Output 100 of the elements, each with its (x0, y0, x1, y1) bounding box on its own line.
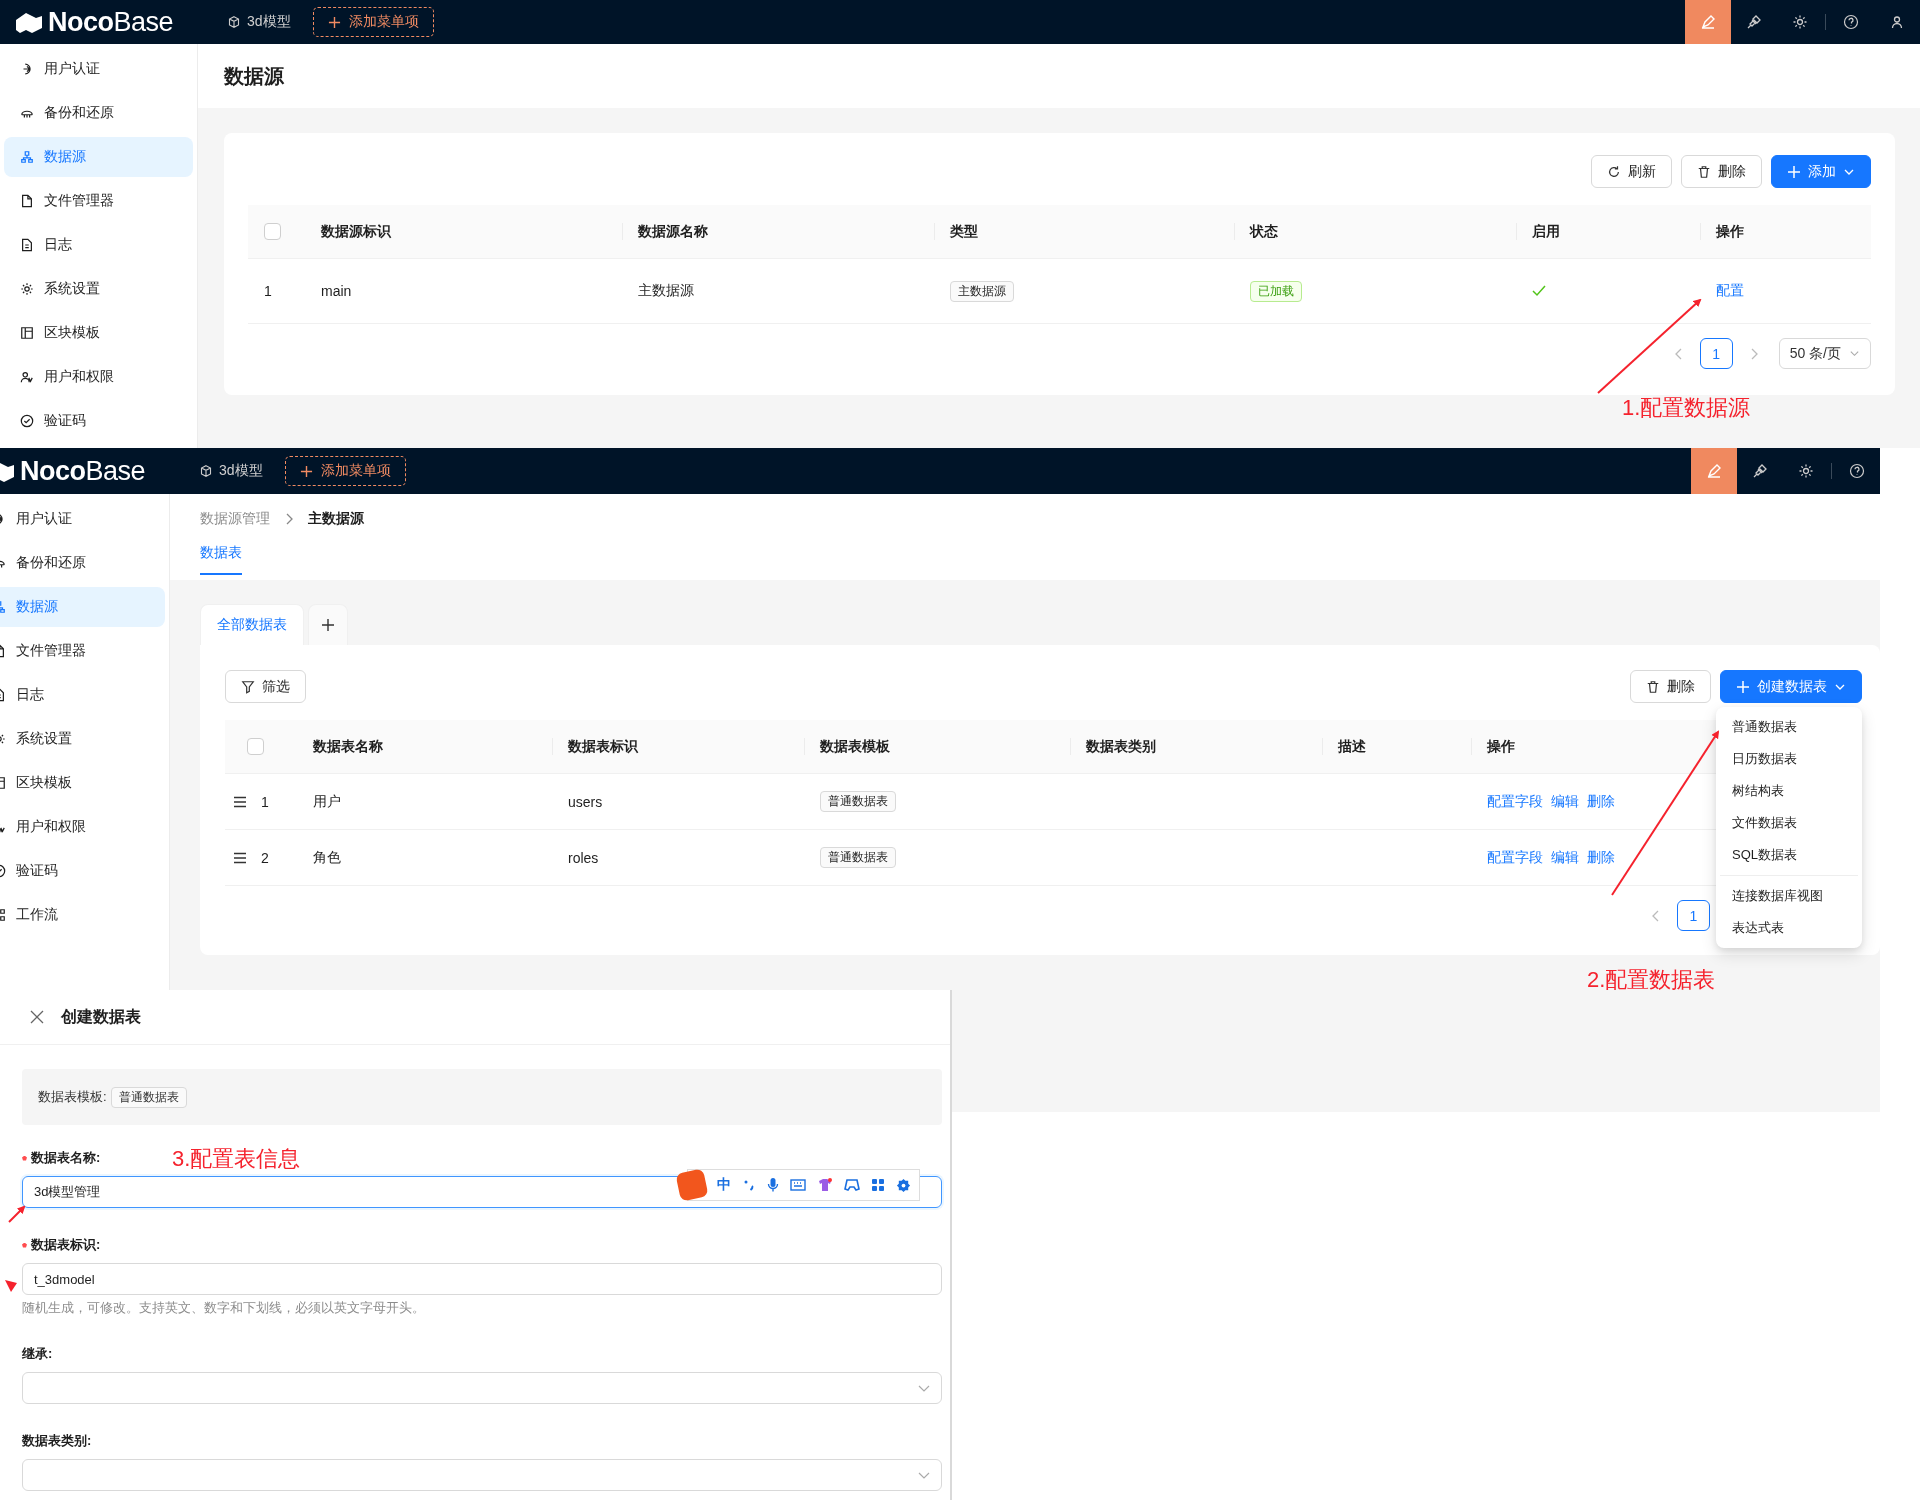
cube-icon (200, 465, 212, 477)
column-header: 操作 (1716, 222, 1744, 241)
field-label: 继承: (22, 1345, 53, 1363)
menu-item[interactable]: 文件数据表 (1720, 807, 1858, 839)
plus-icon (321, 618, 335, 632)
table-cell: 主数据源 (638, 282, 694, 300)
settings-icon (1798, 463, 1814, 479)
select-all-checkbox[interactable] (247, 738, 264, 755)
drag-handle-icon[interactable] (233, 851, 247, 864)
page-button[interactable]: 1 (1699, 338, 1733, 369)
plus-icon (1787, 164, 1801, 179)
template-tag: 普通数据表 (110, 1086, 187, 1108)
column-header: 类型 (950, 222, 978, 241)
page-size-select[interactable]: 50 条/页 (1778, 338, 1871, 369)
sidebar-item[interactable]: 用户认证 (4, 49, 193, 89)
breadcrumb-item[interactable]: 数据源管理 (200, 510, 270, 528)
input-mode-toggle[interactable]: 中 (717, 1176, 731, 1194)
column-header: 数据表类别 (1086, 737, 1156, 756)
sidebar-item[interactable]: 数据源 (4, 137, 193, 177)
punctuation-icon[interactable] (742, 1178, 756, 1192)
column-header: 启用 (1532, 222, 1560, 241)
ui-editor-button[interactable] (1691, 448, 1737, 494)
delete-button[interactable]: 删除 (1630, 670, 1711, 703)
field-label: 数据表名称: (31, 1149, 101, 1167)
ui-editor-button[interactable] (1685, 0, 1731, 44)
action-link[interactable]: 删除 (1587, 792, 1615, 811)
sidebar-item[interactable]: 区块模板 (0, 763, 165, 803)
sidebar-item[interactable]: 数据源 (0, 587, 165, 627)
close-icon[interactable] (30, 1010, 44, 1024)
add-button[interactable]: 创建数据表 (1720, 670, 1862, 703)
menu-item[interactable]: 3d模型 (200, 462, 263, 480)
add-button[interactable]: 添加 (1771, 155, 1871, 188)
filter-button[interactable]: 筛选 (225, 670, 306, 703)
table-cell: roles (568, 849, 599, 866)
sidebar-item[interactable]: 备份和还原 (0, 543, 165, 583)
sidebar-item[interactable]: 文件管理器 (0, 631, 165, 671)
logo-icon (14, 10, 44, 34)
add-menu-button[interactable]: 添加菜单项 (312, 7, 434, 37)
previous-page-icon[interactable] (1651, 909, 1661, 922)
action-link[interactable]: 配置字段 (1487, 848, 1543, 867)
action-link[interactable]: 编辑 (1551, 792, 1579, 811)
refresh-icon (1607, 164, 1621, 179)
column-header: 数据表模板 (820, 737, 890, 756)
sidebar-item[interactable]: 用户和权限 (0, 807, 165, 847)
template-tag: 普通数据表 (820, 791, 896, 812)
menu-item[interactable]: 表达式表 (1720, 912, 1858, 944)
collection-tab[interactable]: 全部数据表 (200, 604, 304, 645)
sidebar-item[interactable]: 验证码 (0, 851, 165, 891)
row-number: 1 (261, 793, 269, 810)
sidebar-item[interactable]: 验证码 (4, 401, 193, 441)
table-cell: 角色 (313, 848, 341, 867)
previous-page-icon[interactable] (1673, 347, 1684, 360)
sidebar-item[interactable]: 日志 (4, 225, 193, 265)
sidebar-item[interactable]: 用户和权限 (4, 357, 193, 397)
add-menu-button[interactable]: 添加菜单项 (284, 456, 406, 486)
menu-item[interactable]: SQL数据表 (1720, 839, 1858, 871)
sidebar-item[interactable]: 工作流 (0, 895, 165, 935)
sidebar-item[interactable]: 备份和还原 (4, 93, 193, 133)
caret-icon (1849, 348, 1860, 359)
configure-link[interactable]: 配置 (1716, 282, 1744, 300)
select-field[interactable] (22, 1372, 942, 1404)
sidebar-item[interactable]: 用户认证 (0, 499, 165, 539)
add-tab-button[interactable] (308, 604, 348, 645)
breadcrumb-item: 主数据源 (308, 510, 364, 528)
ime-logo-icon (675, 1168, 709, 1202)
user-icon (1889, 14, 1905, 30)
microphone-icon[interactable] (767, 1177, 779, 1193)
action-link[interactable]: 编辑 (1551, 848, 1579, 867)
drag-handle-icon[interactable] (233, 795, 247, 808)
sidebar-item[interactable]: 区块模板 (4, 313, 193, 353)
shirt-icon[interactable] (817, 1177, 833, 1193)
page-button[interactable]: 1 (1677, 900, 1710, 931)
menu-item[interactable]: 连接数据库视图 (1720, 880, 1858, 912)
page-tab[interactable]: 数据表 (200, 544, 242, 575)
action-link[interactable]: 配置字段 (1487, 792, 1543, 811)
menu-item[interactable]: 树结构表 (1720, 775, 1858, 807)
refresh-button[interactable]: 刷新 (1591, 155, 1672, 188)
field-label: 数据表类别: (22, 1432, 92, 1450)
sidebar-item[interactable]: 文件管理器 (4, 181, 193, 221)
action-link[interactable]: 删除 (1587, 848, 1615, 867)
sidebar-item[interactable]: 日志 (0, 675, 165, 715)
menu-item[interactable]: 日历数据表 (1720, 743, 1858, 775)
settings-icon[interactable] (896, 1177, 911, 1193)
input-field[interactable]: t_3dmodel (22, 1263, 942, 1295)
grid-icon[interactable] (871, 1178, 885, 1192)
field-label: 数据表标识: (31, 1236, 101, 1254)
plus-icon (1736, 679, 1750, 694)
row-number: 1 (264, 283, 272, 299)
sidebar-item[interactable]: 系统设置 (0, 719, 165, 759)
select-field[interactable] (22, 1459, 942, 1491)
menu-item[interactable]: 普通数据表 (1720, 711, 1858, 743)
template-tag: 普通数据表 (820, 847, 896, 868)
type-tag: 主数据源 (950, 280, 1014, 302)
annotation-marker-icon (5, 1280, 17, 1292)
select-all-checkbox[interactable] (264, 223, 281, 240)
gamepad-icon[interactable] (844, 1178, 860, 1192)
menu-item[interactable]: 3d模型 (228, 13, 291, 31)
delete-button[interactable]: 删除 (1681, 155, 1762, 188)
sidebar-item[interactable]: 系统设置 (4, 269, 193, 309)
keyboard-icon[interactable] (790, 1178, 806, 1192)
